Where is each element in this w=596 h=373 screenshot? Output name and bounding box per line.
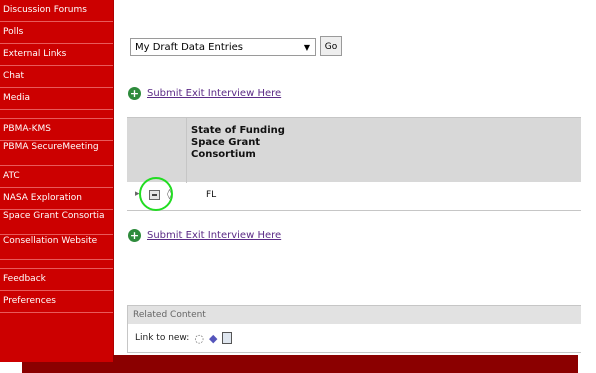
sidebar-item-pbma-kms[interactable]: PBMA-KMS <box>0 119 113 141</box>
related-content-panel: Related Content Link to new: ◌ ◆ <box>127 305 581 353</box>
main-content: My Draft Data Entries ▼ Go + Submit Exit… <box>113 0 581 355</box>
sidebar-item-space-grant-consortia[interactable]: Space Grant Consortia <box>0 210 113 235</box>
submit-exit-interview-link[interactable]: Submit Exit Interview Here <box>147 230 281 241</box>
submit-exit-interview-bottom[interactable]: + Submit Exit Interview Here <box>128 227 281 243</box>
table-row: ▸ ◊ FL <box>127 183 581 209</box>
sidebar-item-feedback[interactable]: Feedback <box>0 269 113 291</box>
view-selector-dropdown[interactable]: My Draft Data Entries ▼ <box>130 38 316 56</box>
sidebar-item-chat[interactable]: Chat <box>0 66 113 88</box>
sidebar-item-atc[interactable]: ATC <box>0 166 113 188</box>
plus-icon: + <box>128 86 141 100</box>
sidebar-item-media[interactable]: Media <box>0 88 113 110</box>
sidebar: Discussion Forums Polls External Links C… <box>0 0 113 362</box>
plus-icon: + <box>128 228 141 242</box>
column-header-state-funding[interactable]: State of Funding Space Grant Consortium <box>191 125 291 161</box>
sidebar-item-external-links[interactable]: External Links <box>0 44 113 66</box>
sidebar-item-preferences[interactable]: Preferences <box>0 291 113 313</box>
sidebar-item-pbma-securemeeting[interactable]: PBMA SecureMeeting <box>0 141 113 166</box>
submit-exit-interview-top[interactable]: + Submit Exit Interview Here <box>128 85 281 101</box>
dropdown-arrow-icon: ▼ <box>303 43 310 52</box>
related-content-body: Link to new: ◌ ◆ <box>128 324 581 352</box>
table-cell-value: FL <box>206 190 217 200</box>
sidebar-item-nasa-exploration[interactable]: NASA Exploration <box>0 188 113 210</box>
view-selector-value: My Draft Data Entries <box>135 42 243 53</box>
sidebar-item-polls[interactable]: Polls <box>0 22 113 44</box>
sidebar-item-consellation-website[interactable]: Consellation Website <box>0 235 113 260</box>
submit-exit-interview-link[interactable]: Submit Exit Interview Here <box>147 88 281 99</box>
bubble-icon[interactable]: ◌ <box>194 332 204 345</box>
document-icon[interactable] <box>222 332 233 344</box>
tag-icon[interactable]: ◆ <box>209 332 217 345</box>
data-table: State of Funding Space Grant Consortium … <box>127 117 581 211</box>
sidebar-item-discussion-forums[interactable]: Discussion Forums <box>0 0 113 22</box>
highlight-circle <box>139 177 173 211</box>
go-button[interactable]: Go <box>320 36 342 56</box>
sidebar-gap <box>0 260 113 269</box>
sidebar-gap <box>0 110 113 119</box>
related-content-title: Related Content <box>128 306 581 324</box>
link-to-new-label: Link to new: <box>135 333 190 343</box>
